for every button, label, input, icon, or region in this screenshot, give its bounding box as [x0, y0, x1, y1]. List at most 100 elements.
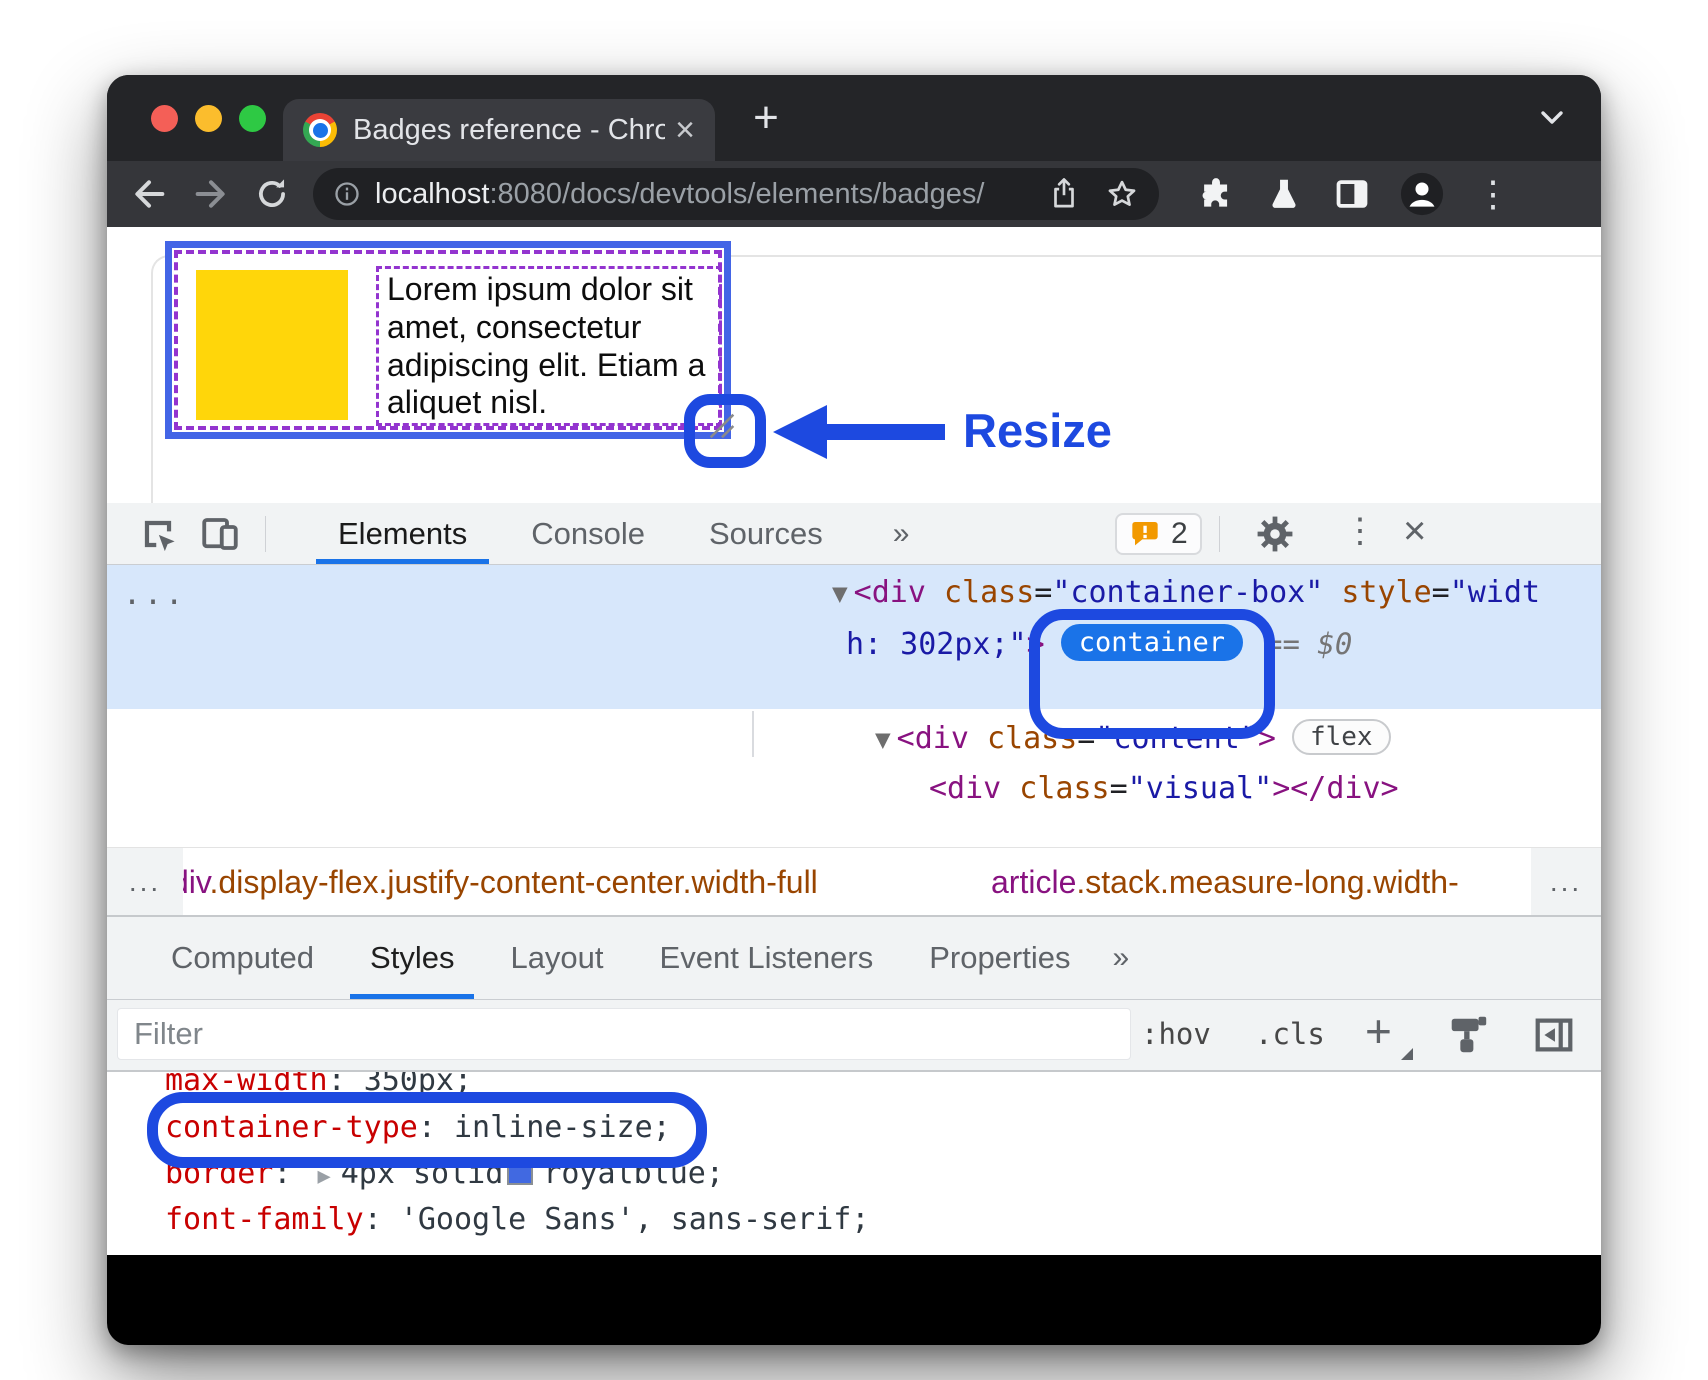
settings-gear-icon[interactable]: [1253, 512, 1297, 556]
more-sidebar-tabs-icon[interactable]: »: [1099, 917, 1144, 999]
container-type-annotation-ring: [147, 1092, 707, 1168]
tab-event-listeners[interactable]: Event Listeners: [632, 917, 902, 999]
tab-layout[interactable]: Layout: [482, 917, 631, 999]
equals: =: [1110, 771, 1128, 806]
issues-counter[interactable]: 2: [1115, 513, 1202, 555]
lorem-text-block: Lorem ipsum dolor sit amet, consectetur …: [376, 266, 722, 426]
resize-annotation-ring: [684, 394, 766, 468]
breadcrumb: div.display-flex.justify-content-center.…: [107, 847, 1601, 917]
tree-indent-guide: [752, 711, 754, 757]
styles-filter-bar: :hov .cls +: [107, 1000, 1601, 1072]
inspect-element-icon[interactable]: [137, 513, 179, 555]
reload-button[interactable]: [253, 175, 291, 213]
tab-search-chevron-icon[interactable]: [1537, 107, 1567, 129]
resize-annotation-arrow-shaft: [823, 424, 945, 440]
address-bar[interactable]: localhost :8080/docs/devtools/elements/b…: [313, 168, 1159, 220]
browser-tab[interactable]: Badges reference - Chrome De ×: [283, 99, 715, 161]
tag-open: <div: [929, 771, 1001, 806]
attr-name: style: [1323, 575, 1431, 610]
styles-pane: max-width: 350px; container-type: inline…: [107, 1072, 1601, 1255]
browser-menu-icon[interactable]: ⋮: [1475, 173, 1511, 215]
site-info-icon[interactable]: [333, 180, 361, 208]
dollar-zero-hint: == $0: [1265, 627, 1352, 661]
tag-open: <div: [897, 721, 969, 756]
more-tabs-icon[interactable]: »: [861, 503, 942, 564]
devtools-tab-strip: Elements Console Sources »: [306, 503, 941, 564]
chrome-favicon-icon: [303, 113, 337, 147]
flex-badge[interactable]: flex: [1292, 719, 1391, 755]
breadcrumb-item-article[interactable]: article.stack.measure-long.width-: [991, 864, 1459, 901]
macos-close-button[interactable]: [151, 105, 178, 132]
attr-value: "container-box": [1052, 575, 1323, 610]
hidden-ancestors-ellipsis[interactable]: ...: [123, 577, 186, 612]
browser-toolbar: localhost :8080/docs/devtools/elements/b…: [107, 161, 1601, 227]
visual-node-row[interactable]: <div class="visual"></div>: [929, 771, 1399, 806]
equals: =: [1034, 575, 1052, 610]
issues-bubble-icon: [1129, 518, 1161, 550]
devtools-menu-icon[interactable]: ⋮: [1343, 511, 1377, 551]
url-path: :8080/docs/devtools/elements/badges/: [489, 178, 1049, 211]
css-property: font-family: [165, 1202, 364, 1237]
url-host: localhost: [375, 178, 489, 211]
equals: =: [1432, 575, 1450, 610]
crumb-tag: article: [991, 864, 1076, 900]
screenshot-canvas: Badges reference - Chrome De × +: [0, 0, 1708, 1380]
attr-value: "widt: [1450, 575, 1540, 610]
browser-window: Badges reference - Chrome De × +: [107, 75, 1601, 1345]
tag-close-bracket: >: [1272, 771, 1290, 806]
share-icon[interactable]: [1049, 177, 1079, 211]
new-style-rule-dropdown-corner: [1401, 1048, 1413, 1060]
tab-computed[interactable]: Computed: [143, 917, 342, 999]
expand-arrow-icon[interactable]: ▼: [875, 725, 891, 755]
toggle-class-button[interactable]: .cls: [1255, 1017, 1325, 1051]
styles-sidebar-tabs: Computed Styles Layout Event Listeners P…: [107, 917, 1601, 1000]
breadcrumb-overflow-right[interactable]: ...: [1531, 848, 1601, 915]
toggle-sidebar-panel-icon[interactable]: [1531, 1012, 1577, 1058]
new-tab-button[interactable]: +: [741, 93, 791, 143]
css-colon: :: [364, 1202, 400, 1237]
devtools-toolbar: Elements Console Sources » 2 ⋮ ×: [107, 503, 1601, 565]
styles-filter-input[interactable]: [117, 1008, 1131, 1060]
tag-open: <div: [854, 575, 926, 610]
paint-roller-icon[interactable]: [1445, 1012, 1491, 1058]
tab-elements[interactable]: Elements: [306, 503, 499, 564]
bookmark-star-icon[interactable]: [1105, 177, 1139, 211]
resize-annotation-label: Resize: [963, 403, 1112, 458]
closing-tag: </div>: [1290, 771, 1398, 806]
container-demo-box: Lorem ipsum dolor sit amet, consectetur …: [165, 241, 731, 439]
container-badge-annotation-ring: [1029, 609, 1275, 739]
attr-value: "visual": [1128, 771, 1273, 806]
back-button[interactable]: [129, 174, 169, 214]
toggle-hover-state-button[interactable]: :hov: [1141, 1017, 1211, 1051]
tab-title: Badges reference - Chrome De: [353, 114, 665, 147]
extensions-puzzle-icon[interactable]: [1197, 175, 1235, 213]
tab-console[interactable]: Console: [499, 503, 677, 564]
css-value: 'Google Sans', sans-serif;: [400, 1202, 870, 1237]
macos-zoom-button[interactable]: [239, 105, 266, 132]
macos-minimize-button[interactable]: [195, 105, 222, 132]
device-toolbar-icon[interactable]: [199, 513, 241, 555]
profile-avatar[interactable]: [1399, 171, 1445, 217]
tab-styles[interactable]: Styles: [342, 917, 482, 999]
resize-annotation-arrow: [773, 405, 827, 459]
toolbar-divider: [1219, 516, 1220, 552]
issues-count: 2: [1171, 517, 1188, 551]
forward-button[interactable]: [191, 174, 231, 214]
expand-arrow-icon[interactable]: ▼: [832, 579, 848, 609]
attr-value: h: 302px;": [846, 627, 1027, 662]
breadcrumb-item-div[interactable]: div.display-flex.justify-content-center.…: [171, 864, 818, 901]
webpage-viewport: Lorem ipsum dolor sit amet, consectetur …: [107, 227, 1601, 503]
beaker-flask-icon[interactable]: [1265, 175, 1303, 213]
tab-sources[interactable]: Sources: [677, 503, 855, 564]
visual-yellow-square: [196, 270, 348, 420]
tab-properties[interactable]: Properties: [901, 917, 1098, 999]
new-style-rule-button[interactable]: +: [1365, 1004, 1392, 1058]
side-panel-icon[interactable]: [1333, 175, 1371, 213]
elements-tree: ... ▼<div class="container-box" style="w…: [107, 565, 1601, 847]
container-box-node-line1[interactable]: ▼<div class="container-box" style="widt: [832, 575, 1540, 610]
toolbar-divider: [265, 516, 266, 552]
css-rule-font-family[interactable]: font-family: 'Google Sans', sans-serif;: [165, 1202, 869, 1237]
tab-close-icon[interactable]: ×: [675, 113, 695, 147]
devtools-close-icon[interactable]: ×: [1403, 509, 1426, 554]
breadcrumb-overflow-left[interactable]: ...: [107, 848, 183, 915]
